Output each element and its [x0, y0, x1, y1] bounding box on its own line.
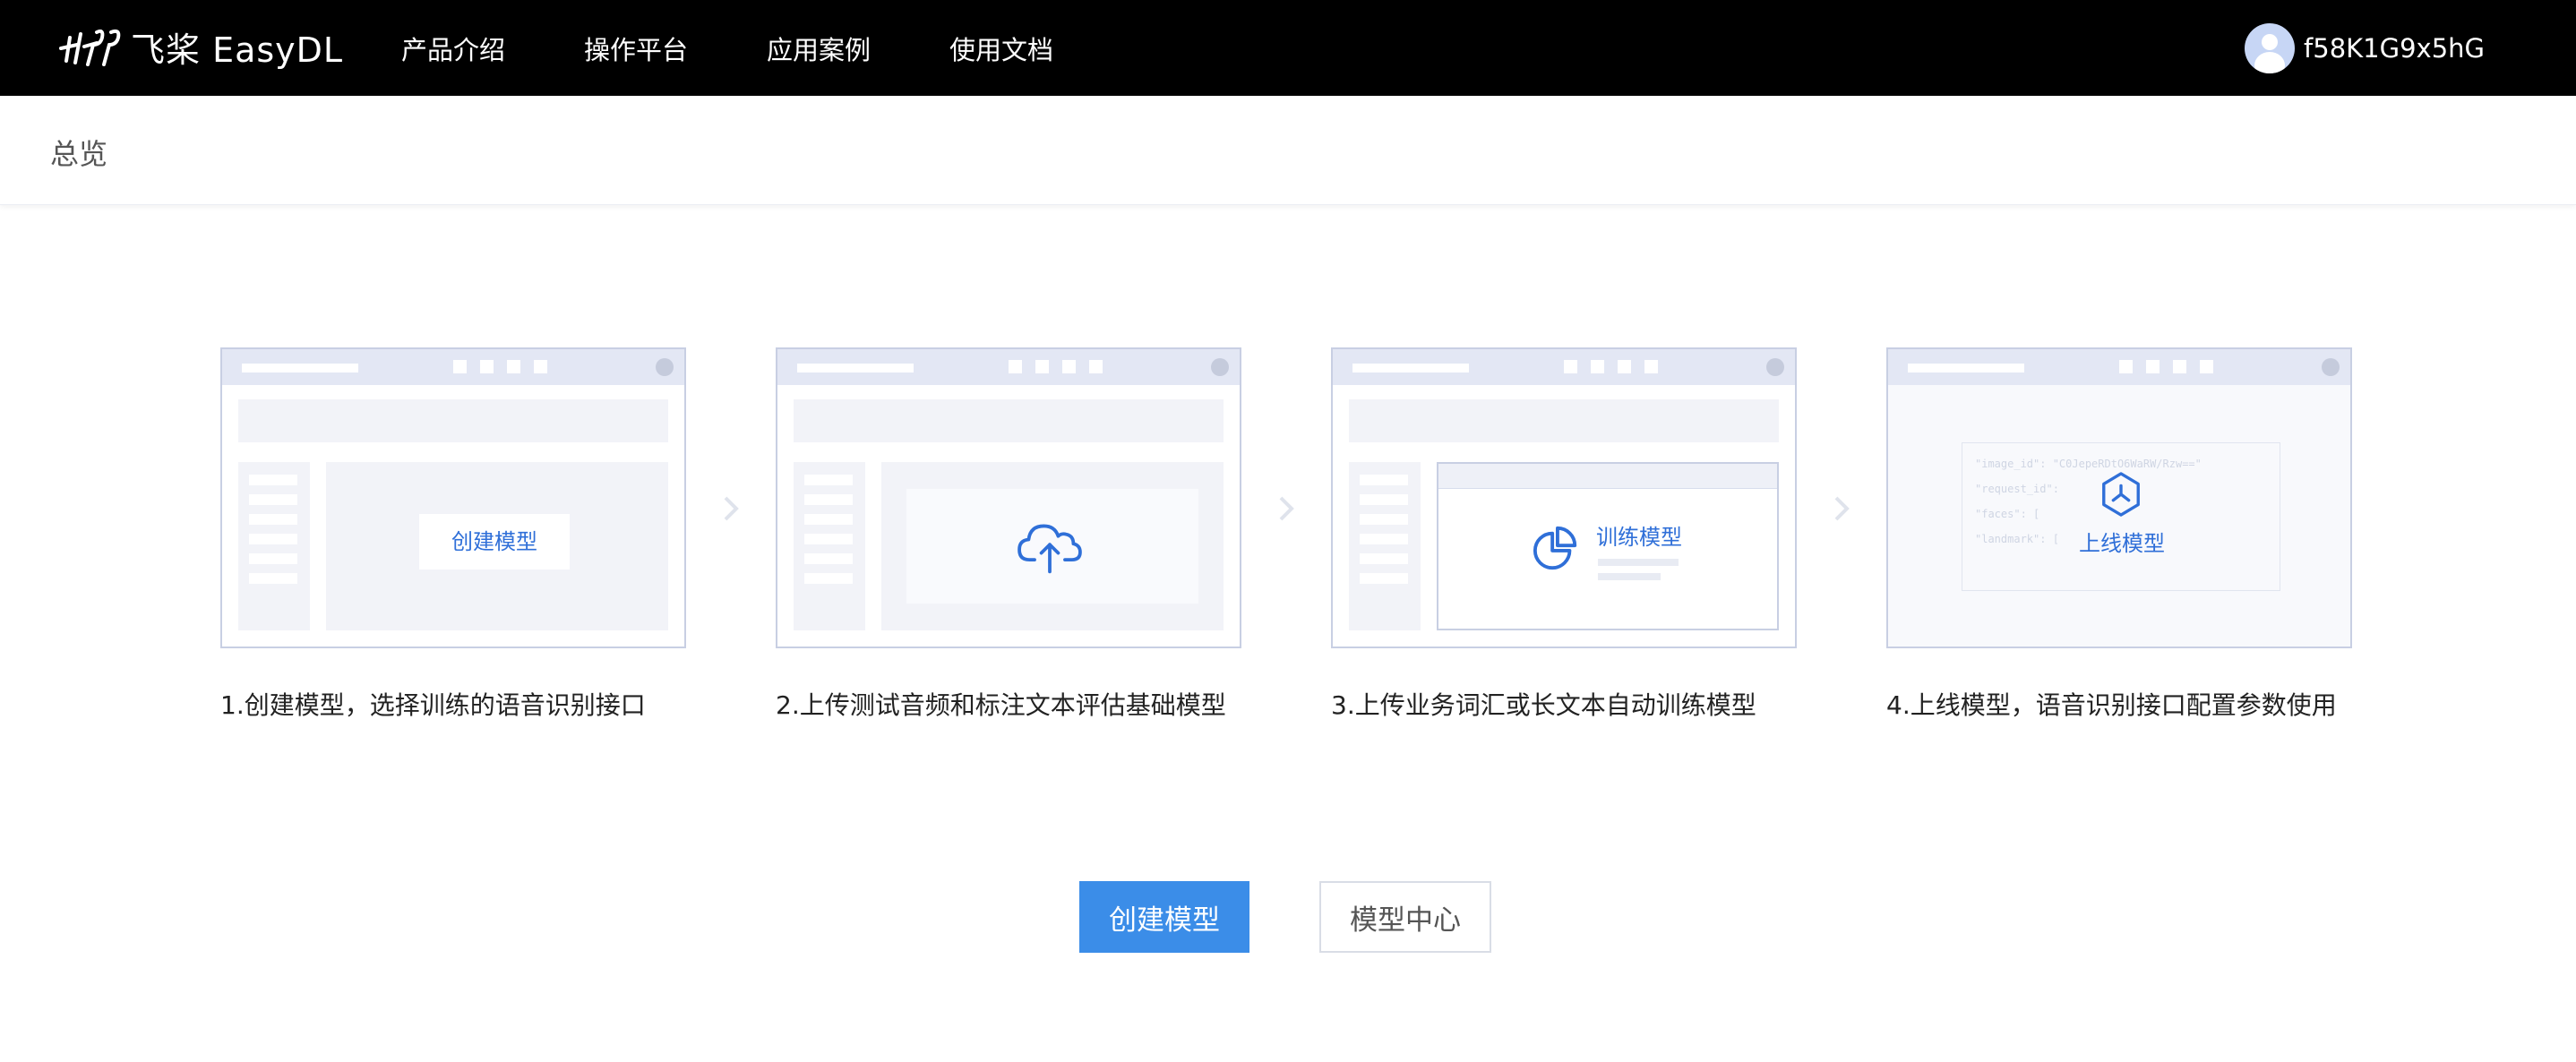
step-label: 3.上传业务词汇或长文本自动训练模型 — [1331, 690, 1756, 720]
cloud-upload-icon — [1018, 524, 1082, 574]
user-menu[interactable]: f58K1G9x5hG — [2245, 0, 2485, 96]
deploy-icon — [2102, 472, 2140, 517]
avatar[interactable] — [2245, 22, 2296, 73]
username[interactable]: f58K1G9x5hG — [2304, 33, 2485, 64]
illustration-deploy-label: 上线模型 — [2079, 531, 2165, 556]
chevron-right-icon — [724, 496, 739, 521]
step-upload-test: 2.上传测试音频和标注文本评估基础模型 — [776, 347, 1241, 722]
nav-item-product[interactable]: 产品介绍 — [401, 30, 505, 67]
paddle-logo-icon — [59, 29, 121, 66]
step-illustration: 训练模型 — [1331, 347, 1797, 648]
step-create-model: 创建模型 1.创建模型，选择训练的语音识别接口 — [220, 347, 686, 722]
chevron-right-icon — [1279, 496, 1294, 521]
create-model-button[interactable]: 创建模型 — [1079, 881, 1249, 953]
step-deploy-model: "image_id": "C0JepeRDtO6WaRW/Rzw==" "req… — [1886, 347, 2352, 722]
step-train-model: 训练模型 3.上传业务词汇或长文本自动训练模型 — [1331, 347, 1797, 722]
illustration-train-label: 训练模型 — [1596, 525, 1682, 550]
nav-item-platform[interactable]: 操作平台 — [584, 30, 688, 67]
pie-chart-icon — [1533, 526, 1577, 570]
chevron-right-icon — [1834, 496, 1850, 521]
nav-item-docs[interactable]: 使用文档 — [949, 30, 1053, 67]
step-label: 4.上线模型，语音识别接口配置参数使用 — [1886, 690, 2337, 720]
illustration-create-label: 创建模型 — [419, 514, 570, 570]
breadcrumb-bar: 总览 — [0, 96, 2576, 205]
step-label: 2.上传测试音频和标注文本评估基础模型 — [776, 690, 1226, 720]
step-label: 1.创建模型，选择训练的语音识别接口 — [220, 690, 646, 720]
nav-item-cases[interactable]: 应用案例 — [767, 30, 871, 67]
code-snippet: "image_id": "C0JepeRDtO6WaRW/Rzw==" "req… — [1962, 442, 2280, 591]
step-illustration: 创建模型 — [220, 347, 686, 648]
breadcrumb: 总览 — [50, 137, 108, 171]
step-illustration: "image_id": "C0JepeRDtO6WaRW/Rzw==" "req… — [1886, 347, 2352, 648]
step-illustration — [776, 347, 1241, 648]
top-nav-bar: 飞桨 EasyDL 产品介绍 操作平台 应用案例 使用文档 f58K1G9x5h… — [0, 0, 2576, 96]
model-center-button[interactable]: 模型中心 — [1319, 881, 1491, 953]
brand-logo[interactable]: 飞桨 EasyDL — [57, 20, 343, 73]
main-nav: 产品介绍 操作平台 应用案例 使用文档 — [401, 0, 1132, 96]
brand-name: 飞桨 EasyDL — [131, 30, 344, 70]
